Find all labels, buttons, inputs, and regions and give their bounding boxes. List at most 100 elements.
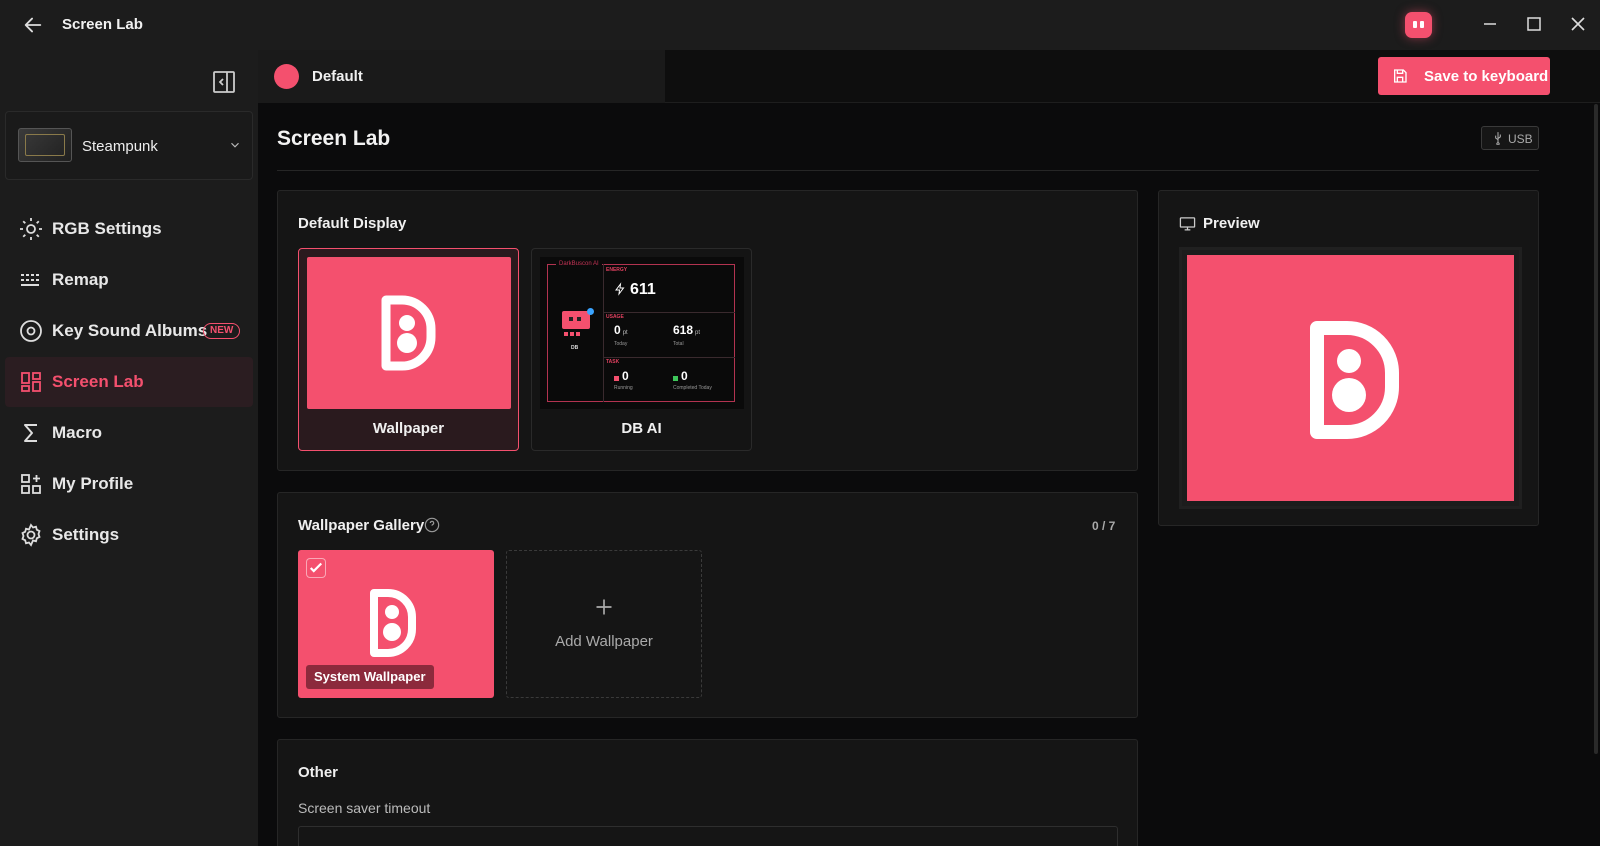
add-wallpaper-button[interactable]: Add Wallpaper bbox=[506, 550, 702, 698]
help-icon[interactable] bbox=[424, 517, 440, 533]
wallpaper-label: System Wallpaper bbox=[306, 665, 434, 689]
option-label: Wallpaper bbox=[372, 420, 445, 437]
robot-label: DB bbox=[571, 345, 579, 351]
panel-title: Default Display bbox=[298, 215, 407, 232]
brand-logo-icon bbox=[1310, 321, 1399, 439]
usb-icon bbox=[1495, 132, 1501, 145]
sidebar-item-settings[interactable]: Settings bbox=[5, 510, 253, 560]
keyboard-icon bbox=[21, 274, 39, 286]
sun-icon bbox=[20, 218, 42, 240]
task-caption: TASK bbox=[606, 359, 620, 365]
preview-screen bbox=[1187, 255, 1514, 501]
connection-label: USB bbox=[1508, 132, 1533, 146]
energy-caption: ENERGY bbox=[606, 267, 628, 273]
profile-tab-default[interactable]: Default bbox=[258, 50, 665, 103]
today-label: Today bbox=[614, 341, 628, 347]
maximize-icon[interactable] bbox=[1522, 12, 1546, 36]
total-label: Total bbox=[673, 341, 684, 347]
panel-title: Other bbox=[298, 764, 339, 781]
sidebar-item-macro[interactable]: Macro bbox=[5, 408, 253, 458]
window-title: Screen Lab bbox=[62, 16, 143, 33]
grid-icon bbox=[21, 372, 41, 392]
db-ai-thumbnail: DarkBuscon AI DB ENERGY 611 USAGE 0 pt To… bbox=[540, 257, 744, 409]
completed-value: 0 bbox=[681, 369, 688, 383]
save-icon bbox=[1394, 69, 1407, 83]
plus-icon bbox=[596, 599, 612, 615]
bolt-icon bbox=[615, 282, 625, 296]
device-selector[interactable]: Steampunk bbox=[5, 111, 253, 180]
mascot-icon[interactable] bbox=[1405, 12, 1432, 38]
preview-panel: Preview bbox=[1158, 190, 1539, 526]
selected-checkbox[interactable] bbox=[306, 558, 326, 578]
add-wallpaper-label: Add Wallpaper bbox=[555, 633, 653, 650]
status-dot bbox=[587, 308, 594, 315]
profile-color-dot bbox=[274, 64, 299, 89]
save-button-label: Save to keyboard bbox=[1424, 68, 1549, 85]
running-indicator bbox=[614, 376, 619, 381]
connection-badge: USB bbox=[1481, 126, 1539, 150]
collapse-sidebar-icon[interactable] bbox=[212, 70, 236, 94]
completed-label: Completed Today bbox=[673, 385, 712, 391]
db-ai-divider bbox=[603, 357, 735, 358]
running-label: Running bbox=[614, 385, 633, 391]
sidebar-item-remap[interactable]: Remap bbox=[5, 255, 253, 305]
title-divider bbox=[277, 170, 1539, 171]
page-title: Screen Lab bbox=[277, 127, 391, 150]
device-thumbnail bbox=[18, 128, 72, 162]
new-badge: NEW bbox=[203, 323, 241, 339]
check-icon bbox=[309, 562, 323, 573]
scrollbar[interactable] bbox=[1594, 104, 1598, 754]
monitor-icon bbox=[1179, 217, 1196, 231]
running-value: 0 bbox=[622, 369, 629, 383]
sidebar-item-key-sound-albums[interactable]: Key Sound Albums NEW bbox=[5, 306, 253, 356]
screensaver-timeout-select[interactable] bbox=[298, 826, 1118, 846]
today-unit: pt bbox=[622, 330, 628, 336]
robot-legs bbox=[564, 332, 568, 336]
preview-frame bbox=[1179, 247, 1522, 509]
brand-logo-icon bbox=[381, 295, 436, 371]
sigma-icon bbox=[24, 424, 37, 442]
sidebar-item-label: Settings bbox=[52, 525, 120, 544]
title-bar: Screen Lab bbox=[0, 0, 1600, 50]
sidebar-item-screen-lab[interactable]: Screen Lab bbox=[5, 357, 253, 407]
sidebar-item-rgb-settings[interactable]: RGB Settings bbox=[5, 204, 253, 254]
gallery-item-system-wallpaper[interactable]: System Wallpaper bbox=[298, 550, 494, 698]
profile-icon bbox=[21, 474, 41, 494]
today-value: 0 bbox=[614, 323, 621, 337]
minimize-icon[interactable] bbox=[1478, 12, 1502, 36]
completed-indicator bbox=[673, 376, 678, 381]
display-option-wallpaper[interactable]: Wallpaper bbox=[298, 248, 519, 451]
sidebar-item-label: Macro bbox=[52, 423, 103, 442]
main-content: Default Save to keyboard Screen Lab USB … bbox=[258, 50, 1600, 846]
default-display-panel: Default Display Wallpaper DarkBuscon AI … bbox=[277, 190, 1138, 471]
energy-value: 611 bbox=[630, 281, 656, 298]
close-icon[interactable] bbox=[1566, 12, 1590, 36]
wallpaper-thumbnail bbox=[307, 257, 511, 409]
wallpaper-gallery-panel: Wallpaper Gallery 0 / 7 System Wallpaper… bbox=[277, 492, 1138, 718]
back-arrow-icon[interactable] bbox=[22, 14, 44, 36]
display-option-db-ai[interactable]: DarkBuscon AI DB ENERGY 611 USAGE 0 pt To… bbox=[531, 248, 752, 451]
panel-title: Wallpaper Gallery bbox=[298, 517, 425, 534]
db-ai-divider bbox=[603, 312, 735, 313]
sidebar: Steampunk RGB Settings Remap Key Sound A… bbox=[0, 50, 258, 846]
disc-icon bbox=[20, 320, 42, 342]
profile-name: Default bbox=[312, 68, 363, 85]
db-ai-divider bbox=[603, 264, 604, 402]
sidebar-item-label: Screen Lab bbox=[52, 372, 144, 391]
db-ai-brand: DarkBuscon AI bbox=[556, 261, 602, 267]
save-to-keyboard-button[interactable]: Save to keyboard bbox=[1378, 57, 1550, 95]
other-panel: Other Screen saver timeout bbox=[277, 739, 1138, 846]
gallery-count: 0 / 7 bbox=[1092, 519, 1116, 533]
sidebar-item-label: RGB Settings bbox=[52, 219, 162, 238]
device-name: Steampunk bbox=[82, 138, 158, 155]
option-label: DB AI bbox=[621, 420, 662, 437]
chevron-down-icon bbox=[231, 142, 239, 148]
sidebar-item-label: Key Sound Albums bbox=[52, 321, 208, 340]
screensaver-timeout-label: Screen saver timeout bbox=[298, 800, 431, 816]
panel-title: Preview bbox=[1203, 215, 1260, 232]
sidebar-item-label: Remap bbox=[52, 270, 109, 289]
total-value: 618 bbox=[673, 323, 694, 337]
sidebar-item-my-profile[interactable]: My Profile bbox=[5, 459, 253, 509]
sidebar-item-label: My Profile bbox=[52, 474, 134, 493]
robot-icon bbox=[562, 311, 590, 329]
